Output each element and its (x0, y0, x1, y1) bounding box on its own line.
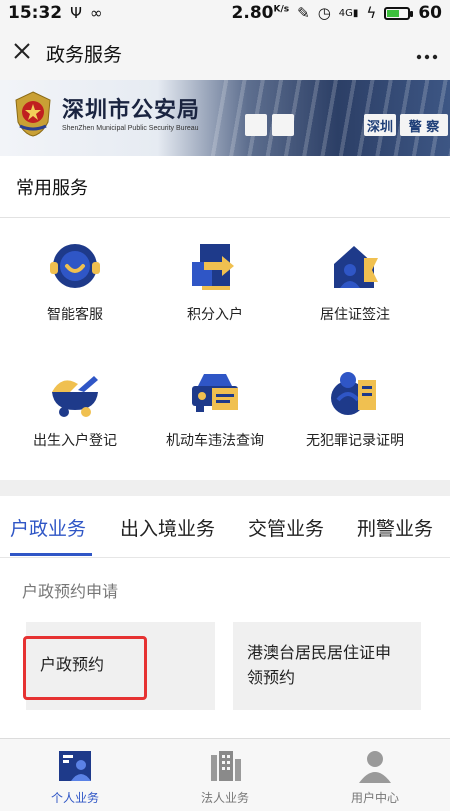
bottom-tab-bar: 个人业务 法人业务 用户中心 (0, 738, 450, 811)
points-household-icon (192, 244, 234, 290)
service-smart-customer[interactable]: 智能客服 (0, 240, 150, 324)
network-speed: 2.80K/s (232, 3, 290, 23)
residence-permit-icon (334, 246, 378, 288)
banner-sign-police: 警 察 (400, 114, 448, 136)
police-banner: 深圳 警 察 深圳市公安局 ShenZhen Municipal Public … (0, 80, 450, 156)
charging-icon: ϟ (366, 4, 377, 22)
network-speed-value: 2.80 (231, 3, 274, 23)
link-icon: ∞ (89, 4, 103, 22)
tab-exit-entry[interactable]: 出入境业务 (120, 514, 215, 541)
smart-service-icon (50, 244, 100, 288)
tab-criminal[interactable]: 刑警业务 (357, 514, 433, 541)
network-speed-unit: K/s (273, 4, 290, 15)
service-label: 无犯罪记录证明 (306, 433, 404, 449)
person-business-icon (59, 751, 91, 781)
active-tab-indicator (10, 553, 92, 556)
service-label: 机动车违法查询 (166, 433, 264, 449)
vehicle-violation-icon (192, 374, 238, 412)
card-label-line-1: 港澳台居民居住证申 (247, 643, 392, 662)
police-emblem-icon (15, 91, 51, 137)
service-label: 积分入户 (187, 307, 243, 323)
signal-icon: 4G▮ (338, 7, 359, 19)
service-label: 出生入户登记 (33, 433, 117, 449)
battery-icon (384, 6, 414, 20)
more-icon[interactable] (416, 41, 438, 66)
service-birth-registration[interactable]: 出生入户登记 (0, 366, 150, 450)
status-right: 2.80K/s ✎ ◷ 4G▮ ϟ 60 (232, 3, 442, 23)
bottom-tab-corporate[interactable]: 法人业务 (150, 739, 300, 811)
service-vehicle-violation[interactable]: 机动车违法查询 (140, 366, 290, 450)
business-tabs: 户政业务 出入境业务 交管业务 刑警业务 (0, 496, 450, 558)
service-no-criminal-record[interactable]: 无犯罪记录证明 (280, 366, 430, 450)
battery-fill (387, 9, 400, 17)
business-panel: 户政业务 出入境业务 交管业务 刑警业务 户政预约申请 户政预约 港澳台居民居住… (0, 496, 450, 738)
bottom-tab-label: 法人业务 (200, 791, 249, 805)
bottom-tab-personal[interactable]: 个人业务 (0, 739, 150, 811)
highlight-box (23, 636, 147, 700)
user-icon (359, 751, 391, 783)
card-label-line-2: 领预约 (247, 668, 296, 687)
building-icon (211, 751, 241, 781)
service-residence-permit[interactable]: 居住证签注 (280, 240, 430, 324)
common-services-grid: 智能客服 积分入户 居住证签注 出生入户登记 机动车违法查询 无犯罪记录证明 (0, 218, 450, 480)
banner-sign-a (245, 114, 267, 136)
bottom-tab-label: 用户中心 (350, 791, 399, 805)
service-points-household[interactable]: 积分入户 (140, 240, 290, 324)
battery-percent: 60 (418, 3, 442, 23)
no-criminal-record-icon (331, 372, 376, 415)
common-services-title: 常用服务 (0, 156, 450, 218)
status-time: 15:32 (8, 3, 63, 23)
alarm-icon: ◷ (317, 4, 331, 22)
banner-sign-b (272, 114, 294, 136)
card-hmt-residence-appointment[interactable]: 港澳台居民居住证申 领预约 (233, 622, 421, 710)
tab-traffic[interactable]: 交管业务 (248, 514, 324, 541)
status-bar: 15:32 Ψ ∞ 2.80K/s ✎ ◷ 4G▮ ϟ 60 (0, 0, 450, 26)
household-sub-heading: 户政预约申请 (22, 582, 119, 601)
network-type: 4G (338, 7, 353, 19)
close-icon[interactable] (12, 40, 42, 66)
bottom-tab-label: 个人业务 (50, 791, 99, 805)
service-label: 居住证签注 (320, 307, 390, 323)
banner-sign-shenzhen: 深圳 (364, 114, 396, 136)
tab-household[interactable]: 户政业务 (10, 514, 86, 541)
mute-icon: ✎ (297, 4, 310, 22)
nav-bar: 政务服务 (0, 26, 450, 80)
birth-registration-icon (52, 376, 98, 417)
bureau-name-en: ShenZhen Municipal Public Security Burea… (62, 125, 199, 132)
service-label: 智能客服 (47, 307, 103, 323)
bureau-name: 深圳市公安局 (62, 98, 201, 123)
page-title: 政务服务 (46, 43, 123, 66)
usb-icon: Ψ (70, 4, 82, 22)
status-left: 15:32 Ψ ∞ (8, 3, 102, 23)
bottom-tab-user-center[interactable]: 用户中心 (300, 739, 450, 811)
